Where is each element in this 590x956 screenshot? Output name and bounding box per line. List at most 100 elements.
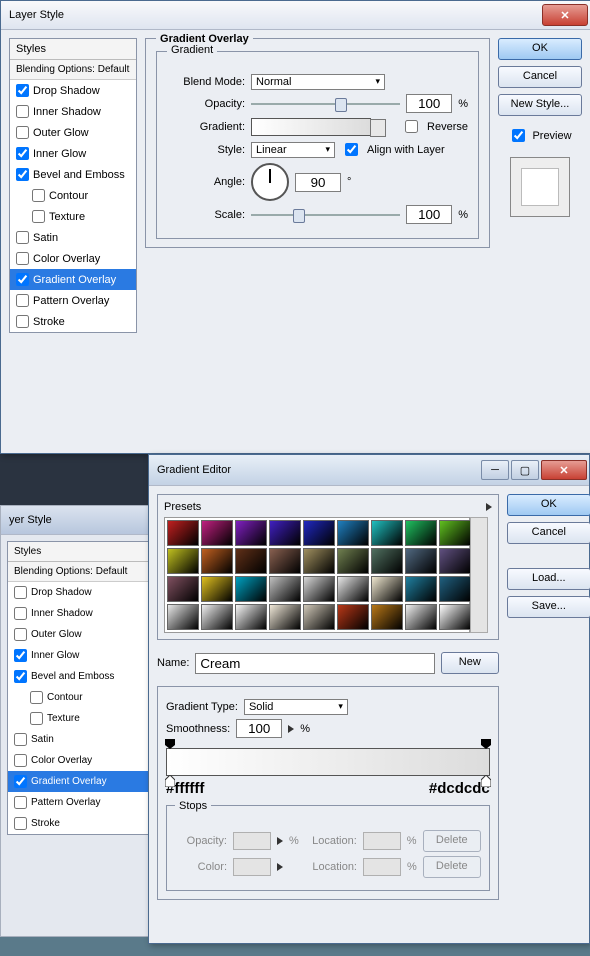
opacity-stop-left[interactable] <box>165 739 175 749</box>
style-checkbox[interactable] <box>16 84 29 97</box>
new-button[interactable]: New <box>441 652 499 674</box>
preset-swatch[interactable] <box>303 520 335 546</box>
preset-swatch[interactable] <box>439 576 471 602</box>
preset-swatch[interactable] <box>167 576 199 602</box>
style-checkbox[interactable] <box>32 210 45 223</box>
preset-swatch[interactable] <box>167 548 199 574</box>
style-item-gradient-overlay[interactable]: Gradient Overlay <box>10 269 136 290</box>
style-item-gradient-overlay[interactable]: Gradient Overlay <box>8 771 153 792</box>
preset-swatch[interactable] <box>235 548 267 574</box>
cancel-button[interactable]: Cancel <box>507 522 590 544</box>
style-checkbox[interactable] <box>30 691 43 704</box>
style-checkbox[interactable] <box>16 252 29 265</box>
style-checkbox[interactable] <box>14 586 27 599</box>
style-checkbox[interactable] <box>14 796 27 809</box>
style-item-bevel-and-emboss[interactable]: Bevel and Emboss <box>8 666 153 687</box>
maximize-button[interactable]: ▢ <box>511 460 539 480</box>
opacity-slider[interactable] <box>251 95 400 113</box>
style-item-satin[interactable]: Satin <box>10 227 136 248</box>
styles-header[interactable]: Styles <box>8 542 153 562</box>
blend-mode-select[interactable]: Normal <box>251 74 385 90</box>
style-select[interactable]: Linear <box>251 142 335 158</box>
preset-swatch[interactable] <box>269 548 301 574</box>
blending-options[interactable]: Blending Options: Default <box>10 60 136 80</box>
opacity-input[interactable] <box>406 94 452 113</box>
ok-button[interactable]: OK <box>498 38 582 60</box>
angle-dial[interactable] <box>251 163 289 201</box>
style-item-drop-shadow[interactable]: Drop Shadow <box>8 582 153 603</box>
preset-swatch[interactable] <box>405 548 437 574</box>
style-checkbox[interactable] <box>16 105 29 118</box>
style-item-texture[interactable]: Texture <box>10 206 136 227</box>
preset-swatch[interactable] <box>269 604 301 630</box>
style-checkbox[interactable] <box>16 315 29 328</box>
scale-input[interactable] <box>406 205 452 224</box>
blending-options[interactable]: Blending Options: Default <box>8 562 153 582</box>
style-item-satin[interactable]: Satin <box>8 729 153 750</box>
style-checkbox[interactable] <box>16 126 29 139</box>
preset-swatch[interactable] <box>371 576 403 602</box>
preset-swatch[interactable] <box>167 520 199 546</box>
close-button[interactable]: ✕ <box>542 4 588 26</box>
gradient-type-select[interactable]: Solid <box>244 699 348 715</box>
preset-swatch[interactable] <box>235 576 267 602</box>
preset-swatch[interactable] <box>201 548 233 574</box>
style-item-color-overlay[interactable]: Color Overlay <box>8 750 153 771</box>
style-item-outer-glow[interactable]: Outer Glow <box>8 624 153 645</box>
preset-swatch[interactable] <box>439 604 471 630</box>
style-checkbox[interactable] <box>16 168 29 181</box>
reverse-checkbox[interactable] <box>405 120 418 133</box>
preset-swatch[interactable] <box>337 604 369 630</box>
save-button[interactable]: Save... <box>507 596 590 618</box>
titlebar[interactable]: Gradient Editor ─ ▢ ✕ <box>149 455 589 486</box>
style-checkbox[interactable] <box>14 607 27 620</box>
preset-swatch[interactable] <box>269 520 301 546</box>
preset-swatch[interactable] <box>439 548 471 574</box>
preset-swatch[interactable] <box>235 604 267 630</box>
gradient-swatch[interactable] <box>251 118 371 136</box>
preset-swatch[interactable] <box>167 604 199 630</box>
style-checkbox[interactable] <box>16 231 29 244</box>
smoothness-stepper-icon[interactable] <box>288 725 294 733</box>
angle-input[interactable] <box>295 173 341 192</box>
style-checkbox[interactable] <box>14 649 27 662</box>
style-item-inner-shadow[interactable]: Inner Shadow <box>10 101 136 122</box>
scale-slider[interactable] <box>251 206 400 224</box>
preset-swatch[interactable] <box>371 604 403 630</box>
preset-swatch[interactable] <box>201 520 233 546</box>
new-style-button[interactable]: New Style... <box>498 94 582 116</box>
style-item-pattern-overlay[interactable]: Pattern Overlay <box>10 290 136 311</box>
ok-button[interactable]: OK <box>507 494 590 516</box>
gradient-bar[interactable] <box>166 748 490 776</box>
smoothness-input[interactable] <box>236 719 282 738</box>
align-checkbox[interactable] <box>345 143 358 156</box>
style-item-texture[interactable]: Texture <box>8 708 153 729</box>
preset-swatch[interactable] <box>405 576 437 602</box>
name-input[interactable] <box>195 653 434 674</box>
style-item-contour[interactable]: Contour <box>8 687 153 708</box>
style-item-inner-glow[interactable]: Inner Glow <box>8 645 153 666</box>
preset-swatch[interactable] <box>269 576 301 602</box>
style-item-inner-glow[interactable]: Inner Glow <box>10 143 136 164</box>
style-checkbox[interactable] <box>14 754 27 767</box>
preset-swatch[interactable] <box>405 520 437 546</box>
presets-scrollbar[interactable] <box>470 517 488 633</box>
preset-swatch[interactable] <box>439 520 471 546</box>
titlebar[interactable]: Layer Style ✕ <box>1 1 590 30</box>
minimize-button[interactable]: ─ <box>481 460 509 480</box>
style-checkbox[interactable] <box>16 294 29 307</box>
preset-swatch[interactable] <box>201 576 233 602</box>
style-checkbox[interactable] <box>16 273 29 286</box>
preset-swatch[interactable] <box>371 520 403 546</box>
color-stop-left[interactable] <box>165 775 175 787</box>
style-item-stroke[interactable]: Stroke <box>8 813 153 834</box>
preset-swatch[interactable] <box>371 548 403 574</box>
preset-swatch[interactable] <box>201 604 233 630</box>
load-button[interactable]: Load... <box>507 568 590 590</box>
styles-header[interactable]: Styles <box>10 39 136 60</box>
cancel-button[interactable]: Cancel <box>498 66 582 88</box>
preset-swatch[interactable] <box>303 604 335 630</box>
preset-swatch[interactable] <box>337 548 369 574</box>
style-item-outer-glow[interactable]: Outer Glow <box>10 122 136 143</box>
opacity-stop-right[interactable] <box>481 739 491 749</box>
